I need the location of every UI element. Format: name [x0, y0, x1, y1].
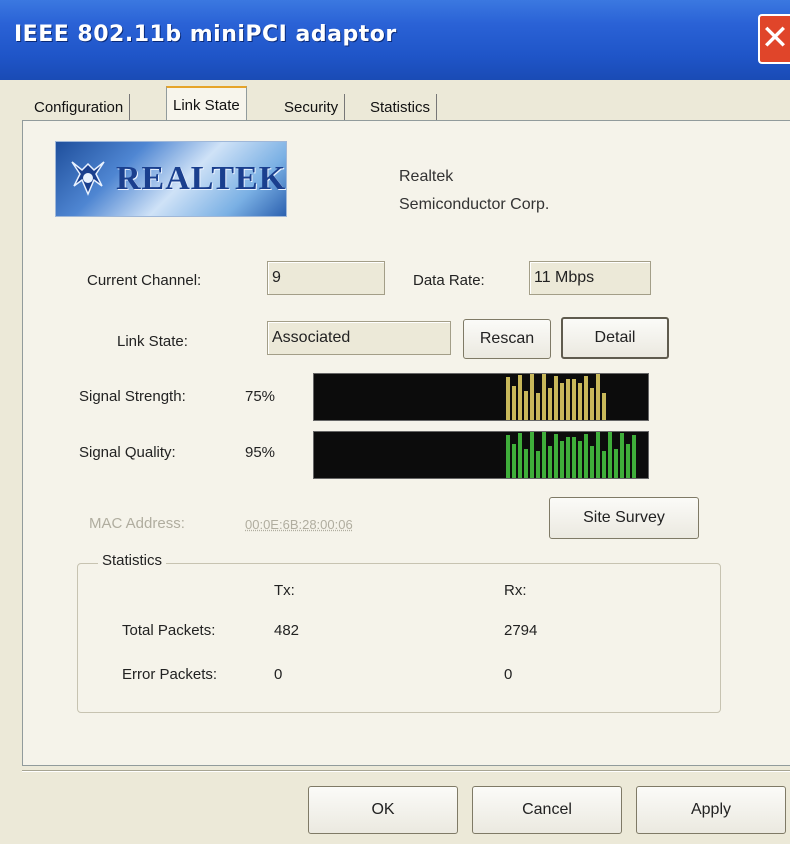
title-bar: IEEE 802.11b miniPCI adaptor ✕ — [0, 0, 790, 81]
meter-bar — [530, 432, 534, 478]
meter-bar — [518, 375, 522, 420]
link-state-panel: REALTEK Realtek Semiconductor Corp. Curr… — [22, 120, 790, 766]
meter-bar — [584, 434, 588, 478]
meter-bar — [602, 451, 606, 478]
error-packets-rx: 0 — [504, 666, 513, 683]
vendor-line1: Realtek — [399, 168, 454, 185]
total-packets-rx: 2794 — [504, 622, 538, 639]
meter-bar — [560, 441, 564, 478]
current-channel-label: Current Channel: — [87, 272, 202, 289]
meter-bar — [536, 393, 540, 420]
data-rate-field: 11 Mbps — [529, 261, 651, 295]
meter-bar — [614, 449, 618, 478]
meter-bar — [536, 451, 540, 478]
mac-address-label: MAC Address: — [89, 515, 185, 532]
close-icon: ✕ — [760, 18, 790, 58]
meter-bar — [542, 374, 546, 420]
logo-text: REALTEK — [116, 160, 287, 197]
total-packets-label: Total Packets: — [122, 622, 216, 639]
data-rate-label: Data Rate: — [413, 272, 485, 289]
error-packets-tx: 0 — [274, 666, 283, 683]
vendor-line2: Semiconductor Corp. — [399, 196, 550, 213]
meter-bar — [572, 379, 576, 420]
rx-header: Rx: — [504, 582, 527, 599]
signal-strength-value: 75% — [245, 388, 276, 405]
tx-header: Tx: — [274, 582, 295, 599]
meter-bar — [548, 388, 552, 420]
crab-mark-icon — [71, 161, 105, 196]
signal-quality-value: 95% — [245, 444, 276, 461]
meter-bar — [524, 449, 528, 478]
current-channel-field: 9 — [267, 261, 385, 295]
meter-bar — [620, 433, 624, 478]
detail-button[interactable]: Detail — [561, 317, 669, 359]
dialog-body: Configuration Link State Security Statis… — [0, 80, 790, 844]
meter-bar — [602, 393, 606, 420]
meter-bar — [554, 376, 558, 420]
signal-quality-label: Signal Quality: — [79, 444, 176, 461]
meter-bar — [524, 391, 528, 420]
statistics-group: Statistics Tx: Rx: Total Packets: 482 27… — [77, 552, 721, 713]
meter-bar — [578, 441, 582, 478]
apply-button[interactable]: Apply — [636, 786, 786, 834]
meter-bar — [512, 444, 516, 478]
meter-bar — [596, 374, 600, 420]
meter-bar — [560, 383, 564, 420]
meter-bar — [632, 435, 636, 478]
meter-bar — [578, 383, 582, 420]
total-packets-tx: 482 — [274, 622, 300, 639]
link-state-field: Associated — [267, 321, 451, 355]
vendor-name: Realtek Semiconductor Corp. — [399, 163, 549, 219]
ok-button[interactable]: OK — [308, 786, 458, 834]
meter-bar — [554, 434, 558, 478]
signal-strength-label: Signal Strength: — [79, 388, 186, 405]
meter-bar — [548, 446, 552, 478]
mac-address-value: 00:0E:6B:28:00:06 — [245, 517, 353, 532]
realtek-logo-icon: REALTEK — [55, 141, 287, 217]
meter-bar — [584, 376, 588, 420]
tab-link-state[interactable]: Link State — [166, 86, 247, 124]
meter-bar — [506, 435, 510, 478]
meter-bar — [518, 433, 522, 478]
meter-bar — [530, 374, 534, 420]
close-button[interactable]: ✕ — [758, 14, 790, 64]
meter-bar — [542, 432, 546, 478]
signal-quality-meter — [313, 431, 649, 479]
link-state-label: Link State: — [117, 333, 188, 350]
meter-bar — [566, 437, 570, 478]
window-title: IEEE 802.11b miniPCI adaptor — [14, 22, 397, 47]
meter-bar — [626, 444, 630, 478]
footer-divider — [22, 770, 790, 772]
meter-bar — [608, 432, 612, 478]
signal-strength-meter — [313, 373, 649, 421]
rescan-button[interactable]: Rescan — [463, 319, 551, 359]
meter-bar — [566, 379, 570, 420]
meter-bar — [590, 388, 594, 420]
meter-bar — [590, 446, 594, 478]
statistics-legend: Statistics — [98, 552, 167, 569]
meter-bar — [506, 377, 510, 420]
meter-bar — [572, 437, 576, 478]
tab-statistics[interactable]: Statistics — [364, 94, 438, 122]
meter-bar — [596, 432, 600, 478]
site-survey-button[interactable]: Site Survey — [549, 497, 699, 539]
tab-configuration[interactable]: Configuration — [28, 94, 131, 122]
meter-bar — [512, 386, 516, 420]
cancel-button[interactable]: Cancel — [472, 786, 622, 834]
error-packets-label: Error Packets: — [122, 666, 218, 683]
tab-security[interactable]: Security — [278, 94, 346, 122]
